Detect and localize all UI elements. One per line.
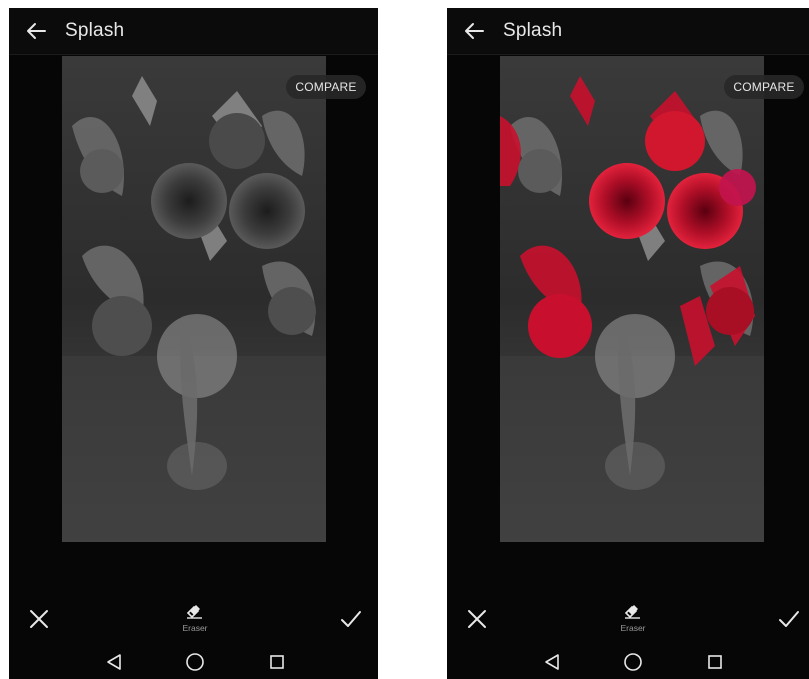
top-app-bar: Splash xyxy=(9,8,378,55)
eraser-icon xyxy=(186,605,202,619)
nav-recent-icon[interactable] xyxy=(707,654,723,670)
check-icon[interactable] xyxy=(339,608,363,630)
eraser-tool-button[interactable]: Eraser xyxy=(613,598,653,638)
photo-canvas[interactable] xyxy=(62,56,326,542)
eraser-icon xyxy=(624,605,640,619)
top-app-bar: Splash xyxy=(447,8,809,55)
eraser-tool-button[interactable]: Eraser xyxy=(175,598,215,638)
compare-button[interactable]: COMPARE xyxy=(724,75,804,99)
back-arrow-icon[interactable] xyxy=(463,20,485,42)
nav-back-icon[interactable] xyxy=(543,653,561,671)
page-title: Splash xyxy=(65,20,125,41)
nav-recent-icon[interactable] xyxy=(269,654,285,670)
nav-home-icon[interactable] xyxy=(185,652,205,672)
brush-cursor[interactable] xyxy=(719,169,756,206)
system-navigation-bar xyxy=(447,648,809,679)
eraser-label: Eraser xyxy=(620,623,646,633)
phone-screen-right: Splash COMPARE Eraser xyxy=(447,8,809,679)
page-title: Splash xyxy=(503,20,563,41)
check-icon[interactable] xyxy=(777,608,801,630)
close-icon[interactable] xyxy=(466,608,488,630)
compare-button[interactable]: COMPARE xyxy=(286,75,366,99)
nav-back-icon[interactable] xyxy=(105,653,123,671)
back-arrow-icon[interactable] xyxy=(25,20,47,42)
close-icon[interactable] xyxy=(28,608,50,630)
system-navigation-bar xyxy=(9,648,378,679)
photo-canvas[interactable] xyxy=(500,56,764,542)
phone-screen-left: Splash COMPARE Eraser xyxy=(9,8,378,679)
nav-home-icon[interactable] xyxy=(623,652,643,672)
eraser-label: Eraser xyxy=(182,623,208,633)
